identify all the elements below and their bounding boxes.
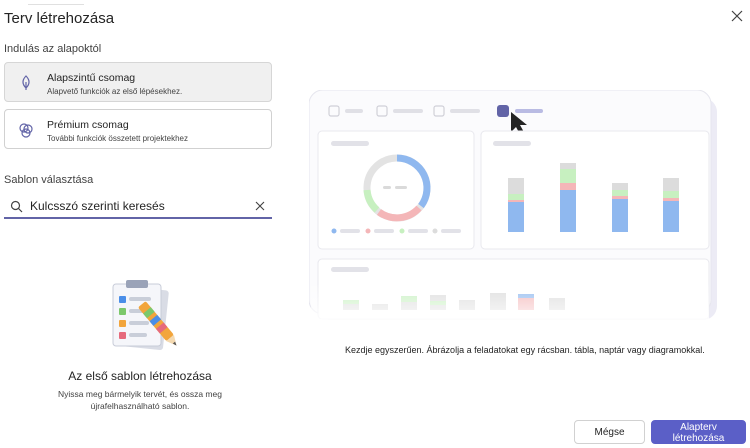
package-basic[interactable]: Alapszintű csomag Alapvető funkciók az e…	[4, 62, 272, 102]
package-premium[interactable]: Prémium csomag További funkciók összetet…	[4, 109, 272, 149]
package-premium-description: További funkciók összetett projektekhez	[47, 134, 188, 143]
template-section-label: Sablon választása	[4, 174, 94, 186]
empty-state-description: Nyissa meg bármelyik tervét, és ossza me…	[58, 389, 222, 411]
package-basic-description: Alapvető funkciók az első lépésekhez.	[47, 87, 183, 96]
create-plan-button[interactable]: Alapterv létrehozása	[651, 420, 746, 444]
package-basic-name: Alapszintű csomag	[47, 72, 136, 84]
template-illustration	[112, 280, 177, 351]
start-section-label: Indulás az alapoktól	[4, 43, 102, 55]
template-search	[4, 195, 272, 219]
preview-caption: Kezdje egyszerűen. Ábrázolja a feladatok…	[345, 345, 705, 355]
dialog-title: Terv létrehozása	[4, 10, 115, 27]
top-tab-edge	[28, 0, 84, 5]
package-premium-name: Prémium csomag	[47, 119, 129, 131]
empty-state-title: Az első sablon létrehozása	[68, 369, 212, 383]
plan-preview-illustration	[309, 90, 717, 320]
search-icon	[10, 200, 23, 213]
template-search-input[interactable]	[30, 197, 240, 215]
clear-search-icon[interactable]	[254, 200, 266, 212]
close-icon[interactable]	[729, 8, 745, 24]
cancel-button[interactable]: Mégse	[574, 420, 645, 444]
premium-icon	[19, 123, 33, 138]
leaf-icon	[22, 75, 30, 90]
